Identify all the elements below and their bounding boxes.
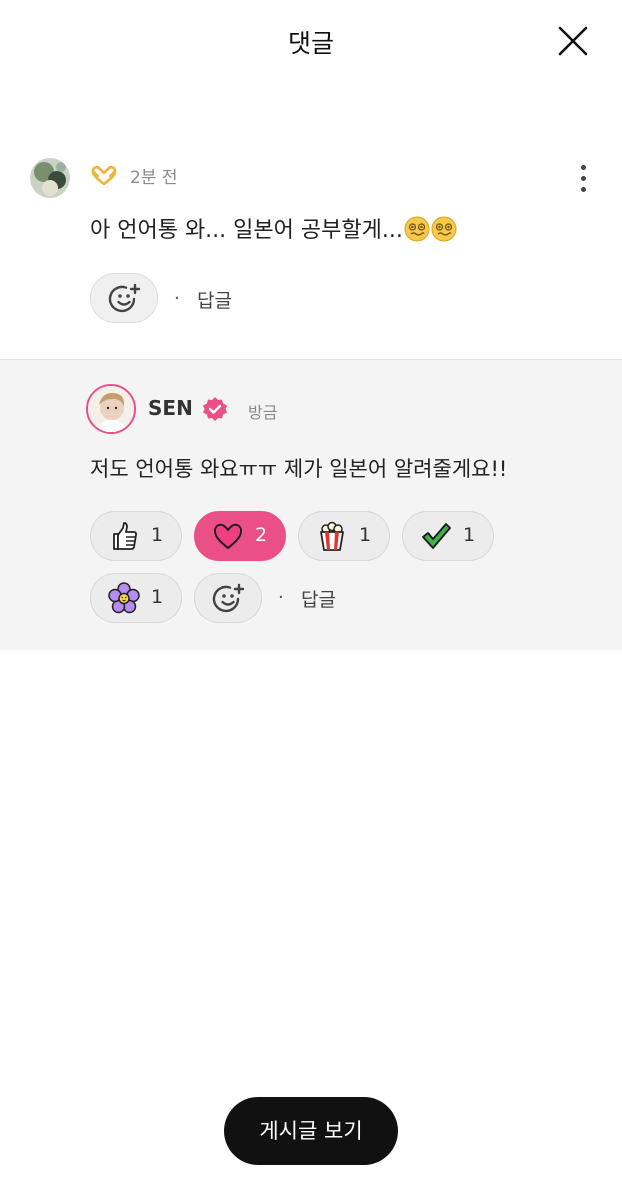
reply-timestamp: 방금 <box>248 403 278 422</box>
reaction-count: 1 <box>463 524 476 546</box>
reaction-check[interactable]: 1 <box>402 511 494 561</box>
dizzy-face-emoji-icon <box>404 216 430 242</box>
reply-link[interactable]: 답글 <box>197 286 232 313</box>
page-title: 댓글 <box>287 29 334 58</box>
reaction-flower[interactable]: 1 <box>90 573 182 623</box>
separator-dot: · <box>174 288 180 309</box>
add-reaction-button[interactable] <box>194 573 262 623</box>
reaction-thumbs-up[interactable]: 1 <box>90 511 182 561</box>
thumbs-up-icon <box>113 522 137 550</box>
comment-timestamp: 2분 전 <box>130 168 178 188</box>
more-vertical-icon <box>570 165 596 192</box>
reply-comment: SEN 방금 저도 언어통 와요ㅠㅠ 제가 일본어 알려줄게요!! 1 2 1 <box>0 359 622 650</box>
reply-text: 저도 언어통 와요ㅠㅠ 제가 일본어 알려줄게요!! <box>90 457 508 481</box>
add-emoji-icon <box>108 283 141 313</box>
comment-body: 아 언어통 와... 일본어 공부할게... <box>90 212 457 244</box>
heart-icon <box>214 523 242 549</box>
verified-badge-icon <box>203 397 227 421</box>
popcorn-icon <box>320 521 344 551</box>
view-post-button[interactable]: 게시글 보기 <box>224 1097 398 1165</box>
author-name[interactable]: SEN <box>148 396 193 420</box>
add-reaction-button[interactable] <box>90 273 158 323</box>
comment-text: 아 언어통 와... 일본어 공부할게... <box>90 218 403 243</box>
reaction-count: 1 <box>359 524 372 546</box>
flower-icon <box>108 582 140 614</box>
header: 댓글 <box>0 0 622 84</box>
avatar[interactable] <box>30 158 70 198</box>
avatar[interactable] <box>86 384 136 434</box>
close-button[interactable] <box>556 24 590 58</box>
reaction-count: 1 <box>151 524 164 546</box>
reaction-popcorn[interactable]: 1 <box>298 511 390 561</box>
reply-link[interactable]: 답글 <box>301 585 336 612</box>
check-icon <box>422 523 451 549</box>
reaction-count: 2 <box>255 524 268 546</box>
reaction-heart[interactable]: 2 <box>194 511 286 561</box>
heart-hands-icon <box>91 165 117 186</box>
more-options-button[interactable] <box>570 162 596 196</box>
separator-dot: · <box>278 587 284 608</box>
add-emoji-icon <box>212 583 245 613</box>
reaction-count: 1 <box>151 586 164 608</box>
comment: 2분 전 아 언어통 와... 일본어 공부할게... · 답글 <box>0 150 622 355</box>
dizzy-face-emoji-icon <box>431 216 457 242</box>
close-icon <box>558 26 588 56</box>
